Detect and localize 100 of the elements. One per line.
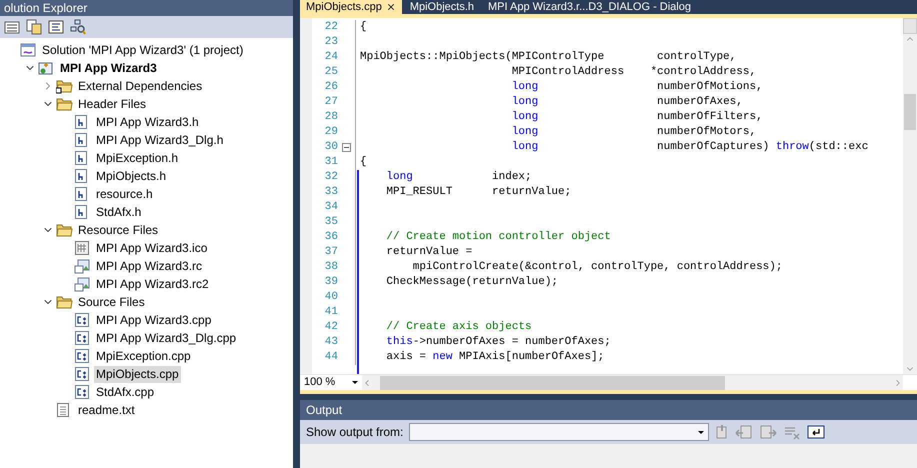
line-number: 37 — [324, 245, 338, 260]
line-number: 30 — [324, 140, 338, 155]
line-number: 29 — [324, 125, 338, 140]
show-files-icon[interactable] — [26, 19, 42, 35]
icon-file-icon — [74, 240, 90, 256]
project-icon — [38, 60, 54, 76]
code-line: this->numberOfAxes = numberOfAxes; — [385, 335, 611, 350]
cpp-file-icon — [74, 348, 90, 364]
tree-item[interactable]: Source Files — [76, 294, 147, 310]
properties-icon[interactable] — [4, 19, 20, 35]
panel-title: Output — [306, 402, 342, 419]
tree-item[interactable]: MpiObjects.h — [94, 168, 168, 184]
header-file-icon — [74, 114, 88, 130]
code-line: long numberOfFilters, — [510, 110, 763, 125]
tree-item[interactable]: MPI App Wizard3.cpp — [94, 312, 214, 328]
line-number: 27 — [324, 95, 338, 110]
line-number: 41 — [324, 305, 338, 320]
code-line: MPI_RESULT returnValue; — [385, 185, 572, 200]
scroll-thumb[interactable] — [904, 94, 916, 130]
code-line: long numberOfAxes, — [510, 95, 743, 110]
collapse-box-icon[interactable] — [342, 143, 351, 152]
tree-item[interactable]: MPI App Wizard3_Dlg.cpp — [94, 330, 238, 346]
code-line: { — [359, 155, 367, 170]
splitter-handle[interactable] — [903, 18, 917, 34]
code-line: MpiObjects::MpiObjects(MPIControlType controlType, — [359, 50, 736, 65]
tree-item[interactable]: Header Files — [76, 96, 148, 112]
folder-icon — [56, 96, 73, 112]
tree-item[interactable]: MpiException.cpp — [94, 348, 193, 364]
code-line: { — [359, 20, 367, 35]
line-number: 43 — [324, 335, 338, 350]
class-diagram-search-icon[interactable] — [70, 19, 86, 35]
header-file-icon — [74, 168, 88, 184]
code-line: long numberOfMotors, — [510, 125, 756, 140]
code-line: long index; — [385, 170, 532, 185]
line-number: 38 — [324, 260, 338, 275]
cpp-file-icon — [74, 312, 90, 328]
code-line: mpiControlCreate(&control, controlType, controlAddress); — [412, 260, 782, 275]
tree-item[interactable]: Resource Files — [76, 222, 160, 238]
horizontal-scrollbar[interactable] — [362, 375, 903, 390]
tree-item[interactable]: resource.h — [94, 186, 155, 202]
tree-item[interactable]: MPI App Wizard3_Dlg.h — [94, 132, 226, 148]
tree-item[interactable]: readme.txt — [76, 402, 137, 418]
output-source-dropdown[interactable] — [409, 423, 710, 441]
editor-tab[interactable]: MpiObjects.h — [404, 0, 480, 14]
code-line: returnValue = — [385, 245, 472, 260]
panel-title: olution Explorer — [4, 1, 88, 15]
solution-icon — [20, 42, 36, 58]
resource-file-icon — [74, 276, 90, 292]
scroll-thumb[interactable] — [380, 376, 725, 390]
folder-icon — [56, 78, 73, 94]
line-number: 28 — [324, 110, 338, 125]
line-number: 25 — [324, 65, 338, 80]
header-file-icon — [74, 150, 88, 166]
line-number: 22 — [324, 20, 338, 35]
line-number: 31 — [324, 155, 338, 170]
tree-item[interactable]: Solution 'MPI App Wizard3' (1 project) — [40, 42, 246, 58]
tree-item[interactable]: MpiException.h — [94, 150, 180, 166]
line-number: 33 — [324, 185, 338, 200]
line-number: 26 — [324, 80, 338, 95]
line-number: 42 — [324, 320, 338, 335]
go-to-icon[interactable] — [715, 424, 730, 440]
tree-item[interactable]: MpiObjects.cpp — [94, 366, 181, 382]
code-line: axis = new MPIAxis[numberOfAxes]; — [385, 350, 604, 365]
code-line: MPIControlAddress *controlAddress, — [510, 65, 756, 80]
previous-icon[interactable] — [735, 424, 754, 440]
zoom-dropdown[interactable]: 100 % — [300, 374, 362, 391]
code-line: long numberOfCaptures) throw(std::exc — [510, 140, 868, 155]
resource-file-icon — [74, 258, 90, 274]
word-wrap-icon[interactable] — [807, 424, 826, 440]
field-label: Show output from: — [306, 424, 404, 441]
editor-tab[interactable]: MPI App Wizard3.r...D3_DIALOG - Dialog — [482, 0, 697, 14]
tree-item[interactable]: MPI App Wizard3.h — [94, 114, 201, 130]
header-file-icon — [74, 132, 88, 148]
tree-item[interactable]: External Dependencies — [76, 78, 204, 94]
vertical-scrollbar[interactable] — [903, 18, 917, 374]
folder-icon — [56, 222, 73, 238]
next-icon[interactable] — [759, 424, 778, 440]
tree-item[interactable]: MPI App Wizard3.rc — [94, 258, 204, 274]
tree-item[interactable]: MPI App Wizard3.rc2 — [94, 276, 211, 292]
code-line: CheckMessage(returnValue); — [385, 275, 558, 290]
tree-item[interactable]: StdAfx.cpp — [94, 384, 156, 400]
line-number: 44 — [324, 350, 338, 365]
cpp-file-icon — [74, 330, 90, 346]
line-number: 34 — [324, 200, 338, 215]
tree-item[interactable]: MPI App Wizard3 — [58, 60, 159, 76]
line-number: 23 — [324, 35, 338, 50]
close-icon[interactable] — [386, 2, 396, 12]
text-file-icon — [56, 402, 70, 418]
folder-icon — [56, 294, 73, 310]
cpp-file-icon — [74, 384, 90, 400]
cpp-file-icon — [74, 366, 90, 382]
code-line: // Create motion controller object — [385, 230, 611, 245]
code-line: long numberOfMotions, — [510, 80, 763, 95]
header-file-icon — [74, 186, 88, 202]
tree-item[interactable]: StdAfx.h — [94, 204, 144, 220]
tree-item[interactable]: MPI App Wizard3.ico — [94, 240, 210, 256]
code-view-icon[interactable] — [48, 19, 64, 35]
editor-tab[interactable]: MpiObjects.cpp — [300, 0, 402, 14]
line-number: 39 — [324, 275, 338, 290]
line-number: 36 — [324, 230, 338, 245]
